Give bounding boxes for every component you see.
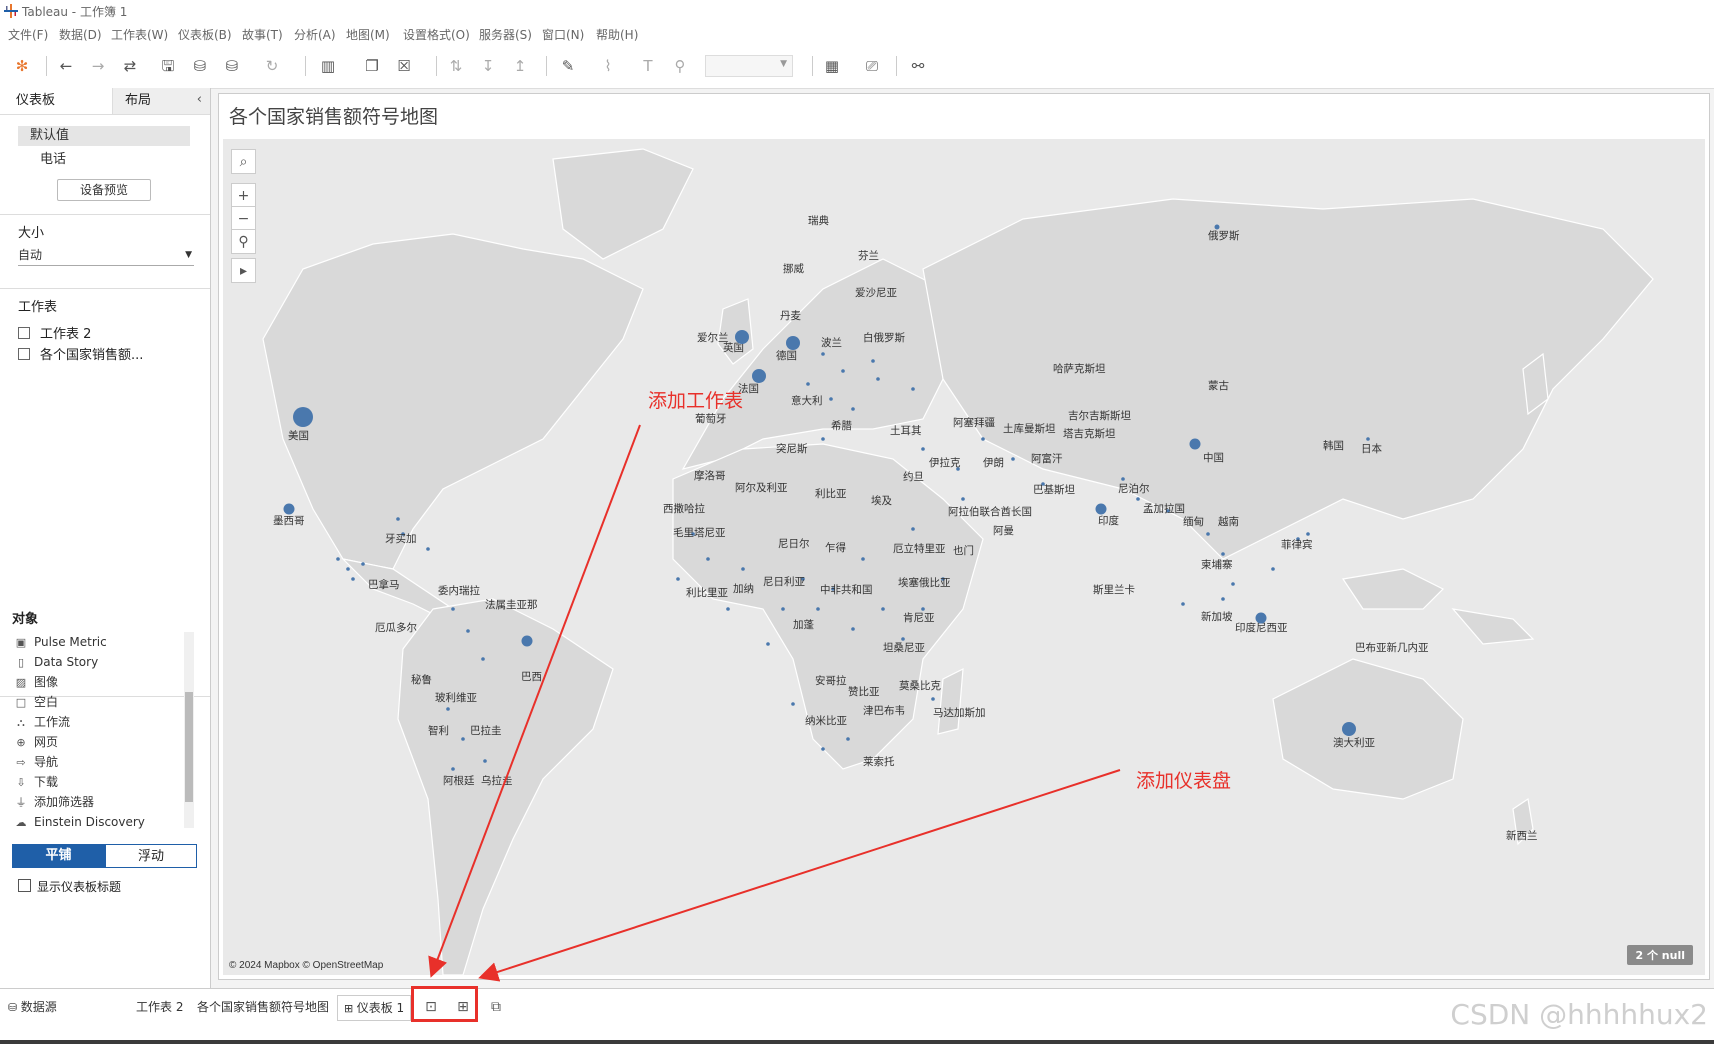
tab-label: 仪表板 1 [356, 1001, 405, 1015]
annotation-add-worksheet: 添加工作表 [648, 390, 744, 412]
annotation-add-dashboard: 添加仪表盘 [1136, 770, 1232, 792]
dashboard-icon: ⊞ [344, 1002, 357, 1015]
tab-sales-map[interactable]: 各个国家销售额符号地图 [197, 995, 329, 1019]
tab-data-source[interactable]: ⛁ 数据源 [8, 995, 57, 1019]
tab-label: 数据源 [20, 1000, 57, 1014]
arrow-add-worksheet [428, 424, 641, 978]
highlight-box [411, 986, 478, 1022]
watermark: CSDN @hhhhhux2 [1450, 998, 1708, 1031]
arrow-add-dashboard [478, 769, 1121, 982]
database-icon: ⛁ [8, 1001, 21, 1014]
annotation-arrows [428, 424, 1121, 982]
tab-worksheet-2[interactable]: 工作表 2 [136, 995, 183, 1019]
new-story-button[interactable]: ⧉ [484, 996, 508, 1018]
tab-dashboard-1[interactable]: ⊞ 仪表板 1 [337, 995, 412, 1021]
taskbar-edge [0, 1040, 1714, 1044]
